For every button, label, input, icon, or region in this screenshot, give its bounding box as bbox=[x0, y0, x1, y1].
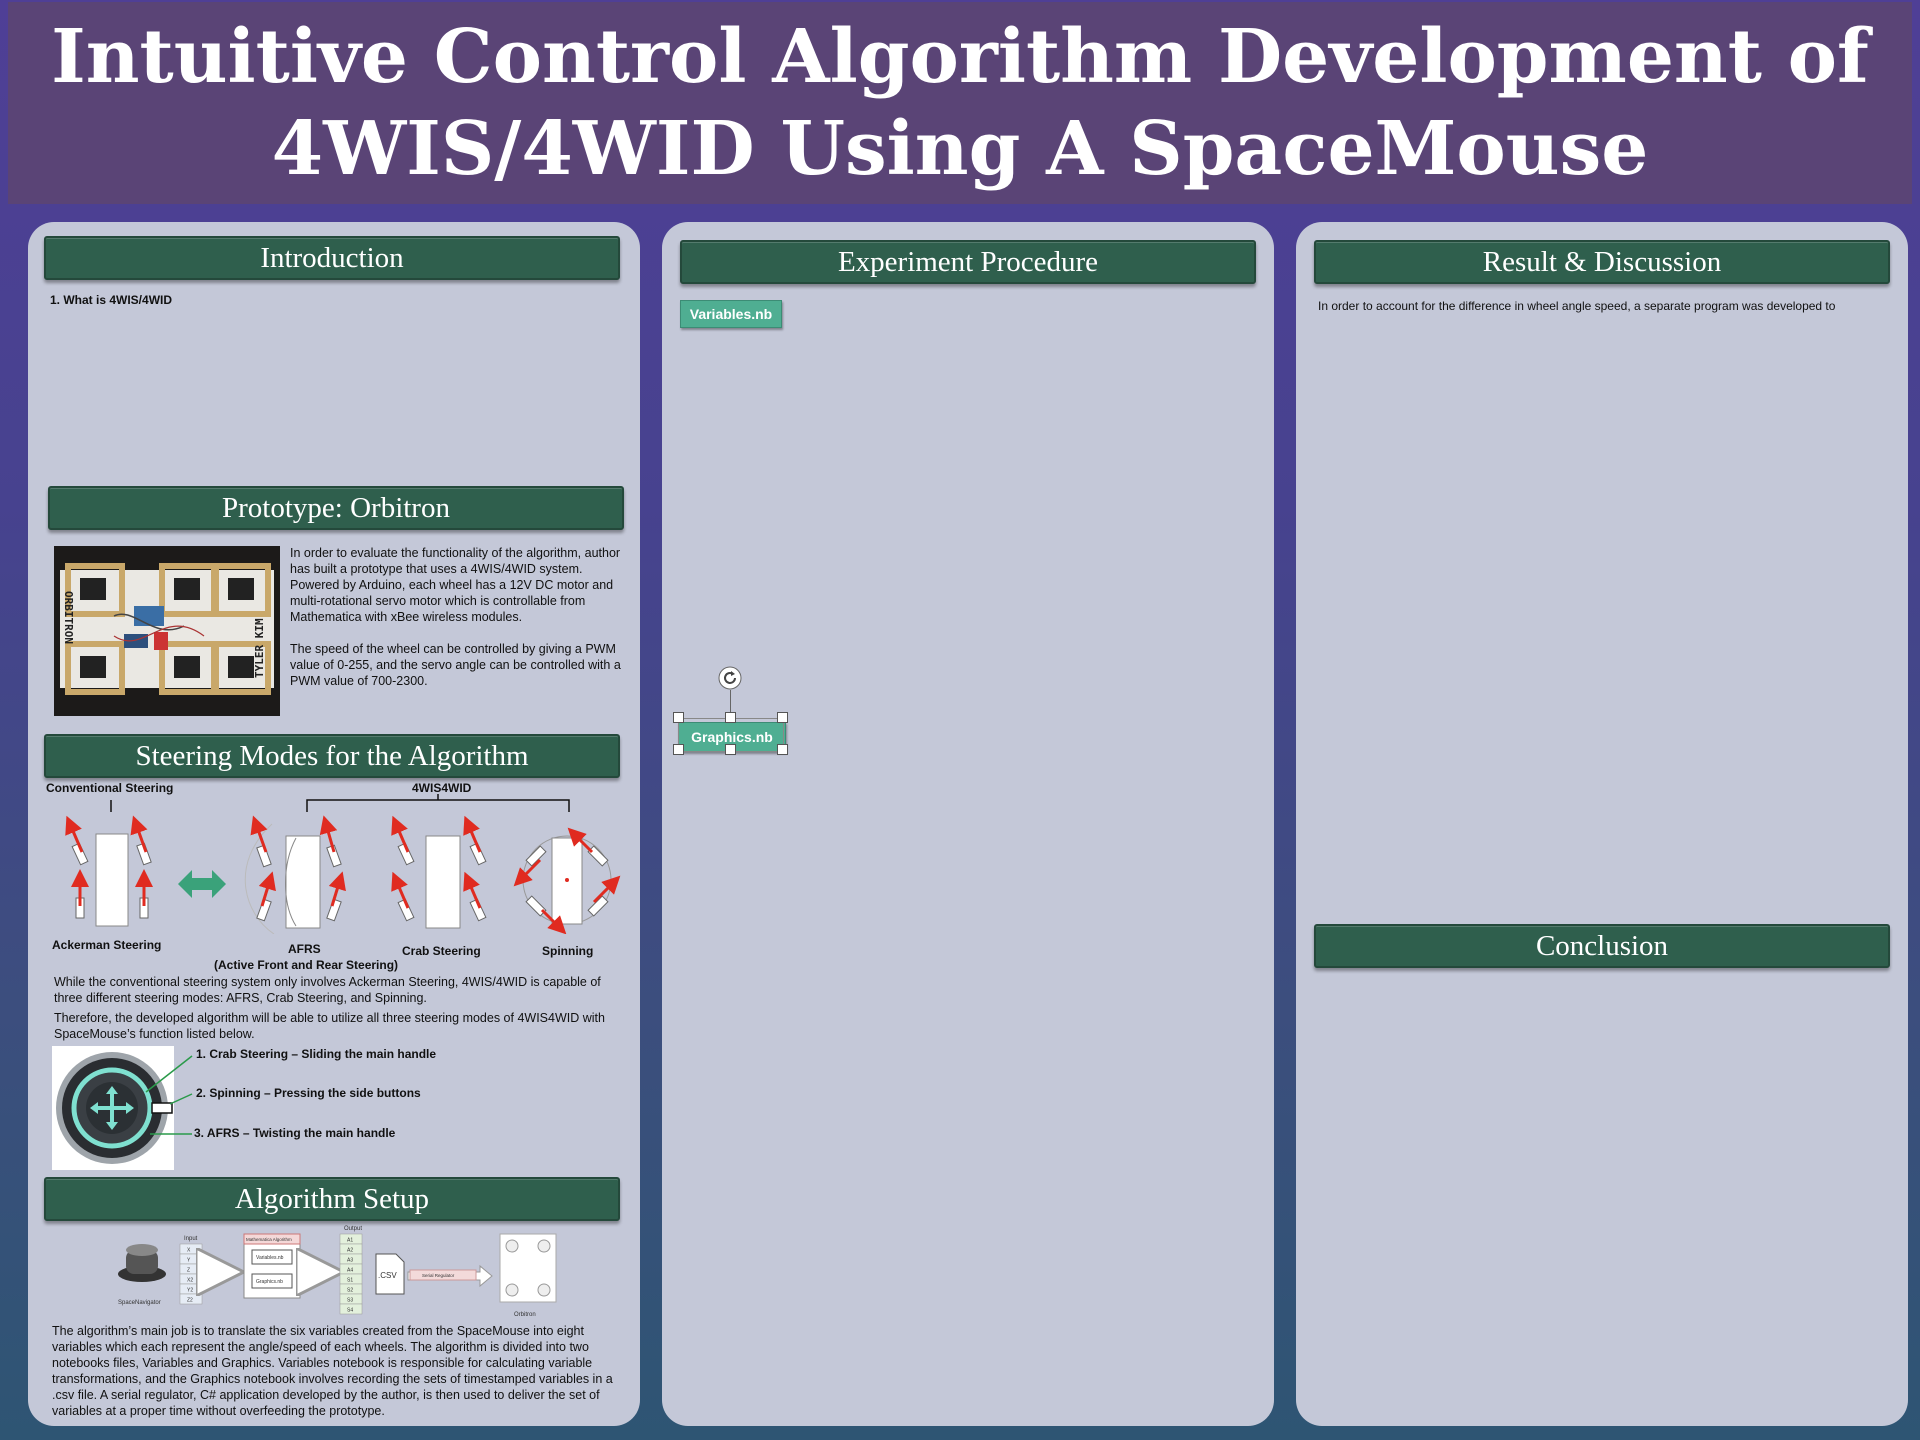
steering-heading: Steering Modes for the Algorithm bbox=[44, 734, 620, 778]
resize-handle-n[interactable] bbox=[725, 712, 736, 723]
diagram-csv: .CSV bbox=[378, 1271, 397, 1280]
feature-item-spinning: 2. Spinning – Pressing the side buttons bbox=[196, 1086, 421, 1100]
orbitron-photo: ORBITRON TYLER KIM bbox=[54, 546, 280, 716]
diagram-input-label: X2 bbox=[187, 1278, 193, 1284]
diagram-output-header: Output bbox=[344, 1226, 362, 1232]
diagram-input-header: Input bbox=[184, 1236, 198, 1242]
diagram-output-label: S3 bbox=[347, 1298, 353, 1304]
diagram-output-label: A4 bbox=[347, 1268, 353, 1274]
diagram-output-label: A1 bbox=[347, 1238, 353, 1244]
feature-item-afrs: 3. AFRS – Twisting the main handle bbox=[194, 1126, 396, 1140]
introduction-item: 1. What is 4WIS/4WID bbox=[50, 293, 173, 307]
diagram-input-cell bbox=[179, 1243, 203, 1255]
diagram-output-label: A3 bbox=[347, 1258, 353, 1264]
prototype-paragraph-1: In order to evaluate the functionality o… bbox=[290, 546, 621, 624]
resize-handle-ne[interactable] bbox=[777, 712, 788, 723]
diagram-output-label: S2 bbox=[347, 1288, 353, 1294]
mode-label-afrs-sub: (Active Front and Rear Steering) bbox=[214, 958, 399, 972]
diagram-input-cell bbox=[179, 1253, 203, 1265]
right-column-panel bbox=[1296, 222, 1908, 1426]
diagram-regulator: Serial Regulator bbox=[422, 1273, 455, 1278]
diagram-inputs: XYZX2Y2Z2 bbox=[179, 1243, 203, 1305]
diagram-nb1: Variables.nb bbox=[256, 1255, 284, 1261]
afrs-car-icon bbox=[244, 815, 346, 934]
mode-label-crab: Crab Steering bbox=[402, 944, 481, 958]
title-bar: Intuitive Control Algorithm Development … bbox=[8, 2, 1912, 204]
diagram-output-label: S1 bbox=[347, 1278, 353, 1284]
diagram-device-label: SpaceNavigator bbox=[118, 1300, 161, 1306]
poster-title-line-2: 4WIS/4WID Using A SpaceMouse bbox=[271, 106, 1649, 192]
diagram-robot-label: Orbitron bbox=[514, 1312, 536, 1318]
crab-car-icon bbox=[391, 815, 487, 929]
diagram-input-label: Y2 bbox=[187, 1288, 193, 1294]
conventional-steering-label: Conventional Steering bbox=[46, 781, 174, 795]
conclusion-heading: Conclusion bbox=[1314, 924, 1890, 968]
resize-handle-nw[interactable] bbox=[673, 712, 684, 723]
spinning-car-icon bbox=[513, 827, 621, 934]
variables-nb-button[interactable]: Variables.nb bbox=[680, 300, 782, 328]
feature-item-crab: 1. Crab Steering – Sliding the main hand… bbox=[196, 1047, 437, 1061]
prototype-paragraph-2: The speed of the wheel can be controlled… bbox=[290, 642, 621, 688]
photo-label-author: TYLER KIM bbox=[253, 618, 266, 678]
diagram-input-label: Z bbox=[187, 1268, 190, 1274]
algorithm-setup-diagram: SpaceNavigator Input XYZX2Y2Z2 Mathemati… bbox=[118, 1226, 557, 1318]
diagram-output-label: A2 bbox=[347, 1248, 353, 1254]
middle-column-panel bbox=[662, 222, 1274, 1426]
results-text: In order to account for the difference i… bbox=[1318, 299, 1836, 313]
diagram-input-label: Z2 bbox=[187, 1298, 193, 1304]
diagram-output-label: S4 bbox=[347, 1308, 353, 1314]
resize-handle-sw[interactable] bbox=[673, 744, 684, 755]
steering-paragraph-2: Therefore, the developed algorithm will … bbox=[54, 1011, 605, 1041]
algorithm-paragraph: The algorithm’s main job is to translate… bbox=[52, 1324, 613, 1418]
resize-handle-s[interactable] bbox=[725, 744, 736, 755]
diagram-outputs: A1 A2 A3 A4 S1 S2 S3 S4 bbox=[339, 1233, 363, 1315]
rotate-handle-icon[interactable] bbox=[718, 666, 742, 690]
4wis4wid-label: 4WIS4WID bbox=[412, 781, 472, 795]
orbitron-illustration: ORBITRON TYLER KIM bbox=[54, 546, 280, 716]
mode-label-spinning: Spinning bbox=[542, 944, 594, 958]
double-arrow-icon bbox=[178, 870, 226, 898]
diagram-math-header: Mathematica Algorithm bbox=[246, 1237, 292, 1242]
photo-label-orbitron: ORBITRON bbox=[62, 591, 75, 644]
poster-title-line-1: Intuitive Control Algorithm Development … bbox=[51, 14, 1869, 100]
ackerman-car-icon bbox=[65, 815, 153, 927]
spacenavigator-icon bbox=[118, 1244, 166, 1282]
algorithm-heading: Algorithm Setup bbox=[44, 1177, 620, 1221]
introduction-heading: Introduction bbox=[44, 236, 620, 280]
diagram-nb2: Graphics.nb bbox=[256, 1279, 283, 1285]
experiment-heading: Experiment Procedure bbox=[680, 240, 1256, 284]
diagram-input-cell bbox=[179, 1263, 203, 1275]
steering-modes-diagram bbox=[65, 794, 621, 934]
resize-handle-se[interactable] bbox=[777, 744, 788, 755]
results-heading: Result & Discussion bbox=[1314, 240, 1890, 284]
steering-paragraph-1: While the conventional steering system o… bbox=[54, 975, 601, 1005]
prototype-heading: Prototype: Orbitron bbox=[48, 486, 624, 530]
feature-pointer-lines bbox=[145, 1055, 193, 1135]
mode-label-afrs: AFRS bbox=[288, 942, 321, 956]
mode-label-ackerman: Ackerman Steering bbox=[52, 938, 162, 952]
